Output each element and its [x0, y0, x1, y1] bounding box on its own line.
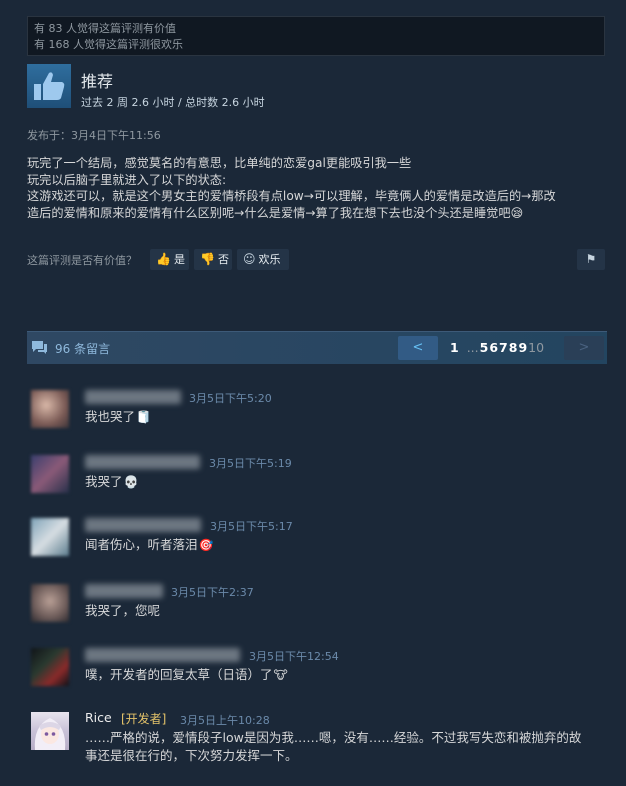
avatar[interactable] — [31, 455, 69, 493]
verdict-title: 推荐 — [81, 72, 114, 91]
prev-page-button[interactable]: < — [398, 336, 438, 360]
vote-funny-button[interactable]: ☺ 欢乐 — [237, 249, 289, 270]
comment-count: 96 条留言 — [55, 342, 111, 356]
report-flag-button[interactable]: ⚑ — [577, 249, 605, 270]
funny-count: 有 168 人觉得这篇评测很欢乐 — [34, 38, 183, 51]
pagination: 1 ...5678910 — [450, 340, 545, 355]
avatar[interactable] — [31, 712, 69, 750]
comment-time: 3月5日下午12:54 — [249, 650, 339, 663]
comment-author[interactable] — [85, 648, 240, 662]
helpful-count: 有 83 人觉得这篇评测有价值 — [34, 22, 176, 35]
flag-icon: ⚑ — [585, 252, 597, 266]
playtime: 过去 2 周 2.6 小时 / 总时数 2.6 小时 — [81, 96, 265, 109]
page-link[interactable]: 10 — [528, 340, 544, 355]
thumbs-up-icon — [27, 64, 71, 108]
vote-row: 这篇评测是否有价值？ 👍 是 👎 否 ☺ 欢乐 ⚑ — [27, 249, 605, 271]
cow-icon: 🐮 — [273, 668, 288, 682]
page-link[interactable]: 6 — [489, 340, 498, 355]
avatar[interactable] — [31, 584, 69, 622]
skull-icon: 💀 — [123, 475, 139, 489]
review-line: 这游戏还可以，就是这个男女主的爱情桥段有点low→可以理解，毕竟俩人的爱情是改造… — [27, 189, 556, 203]
vote-no-label: 否 — [217, 253, 229, 266]
comment-text: ……严格的说，爱情段子low是因为我……嗯，没有……经验。不过我写失恋和被抛弃的… — [85, 729, 581, 765]
avatar[interactable] — [31, 648, 69, 686]
comment-text: 闻者伤心，听者落泪🎯 — [85, 536, 213, 554]
posted-date: 发布于：3月4日下午11:56 — [27, 129, 161, 142]
comment-text: 我也哭了🧻 — [85, 408, 151, 426]
smiley-icon: ☺ — [243, 252, 256, 266]
comment-time: 3月5日下午5:17 — [210, 520, 293, 533]
vote-question: 这篇评测是否有价值？ — [27, 254, 137, 267]
comment-body-line: ……严格的说，爱情段子low是因为我……嗯，没有……经验。不过我写失恋和被抛弃的… — [85, 730, 582, 745]
comment-time: 3月5日下午5:19 — [209, 457, 292, 470]
vote-yes-button[interactable]: 👍 是 — [150, 249, 189, 270]
comment-author[interactable] — [85, 390, 181, 404]
comment-item: 3月5日下午2:37 我哭了，您呢 — [31, 584, 611, 636]
review-text: 玩完了一个结局，感觉莫名的有意思，比单纯的恋爱gal更能吸引我一些 玩完以后脑子… — [27, 155, 607, 221]
comment-body-line: 事还是很在行的，下次努力发挥一下。 — [85, 748, 298, 763]
comment-text: 噗，开发者的回复太草（日语）了🐮 — [85, 666, 288, 684]
target-icon: 🎯 — [198, 538, 214, 552]
comments-header: 96 条留言 < 1 ...5678910 > — [27, 331, 607, 364]
comment-item: 3月5日下午5:20 我也哭了🧻 — [31, 390, 611, 442]
vote-yes-label: 是 — [173, 253, 185, 266]
vote-no-button[interactable]: 👎 否 — [194, 249, 232, 270]
comment-author[interactable]: Rice — [85, 710, 112, 725]
thumbs-up-icon: 👍 — [156, 252, 171, 266]
comment-item-developer: Rice [开发者] 3月5日上午10:28 ……严格的说，爱情段子low是因为… — [31, 710, 611, 772]
page-ellipsis: ... — [466, 340, 479, 355]
review-line: 造后的爱情和原来的爱情有什么区别呢→什么是爱情→算了我在想下去也没个头还是睡觉吧… — [27, 205, 524, 220]
developer-badge: [开发者] — [121, 712, 167, 726]
vote-funny-label: 欢乐 — [258, 253, 281, 266]
page-link[interactable]: 9 — [518, 340, 527, 355]
comment-item: 3月5日下午12:54 噗，开发者的回复太草（日语）了🐮 — [31, 648, 611, 700]
comment-author[interactable] — [85, 455, 200, 469]
comment-text: 我哭了💀 — [85, 473, 138, 491]
comment-time: 3月5日上午10:28 — [180, 714, 270, 727]
comment-author[interactable] — [85, 518, 201, 532]
comment-body: 我哭了，您呢 — [85, 603, 161, 618]
comment-body: 我也哭了 — [85, 409, 136, 424]
next-page-button[interactable]: > — [564, 336, 604, 360]
comment-author[interactable] — [85, 584, 163, 598]
comment-item: 3月5日下午5:17 闻者伤心，听者落泪🎯 — [31, 518, 611, 570]
comment-item: 3月5日下午5:19 我哭了💀 — [31, 455, 611, 507]
avatar[interactable] — [31, 518, 69, 556]
tissue-icon: 🧻 — [136, 410, 151, 424]
avatar[interactable] — [31, 390, 69, 428]
comment-time: 3月5日下午5:20 — [189, 392, 272, 405]
helpful-summary: 有 83 人觉得这篇评测有价值 有 168 人觉得这篇评测很欢乐 — [27, 16, 605, 56]
page-link[interactable]: 7 — [499, 340, 508, 355]
review-verdict: 推荐 过去 2 周 2.6 小时 / 总时数 2.6 小时 — [27, 64, 605, 112]
page-link[interactable]: 5 — [480, 340, 489, 355]
page-link[interactable]: 8 — [509, 340, 518, 355]
comment-body: 闻者伤心，听者落泪 — [85, 537, 198, 552]
comment-text: 我哭了，您呢 — [85, 602, 160, 620]
thumbs-down-icon: 👎 — [200, 252, 215, 266]
comment-bubble-icon — [32, 341, 47, 354]
review-line: 玩完以后脑子里就进入了以下的状态: — [27, 172, 227, 187]
comment-body: 我哭了 — [85, 474, 123, 489]
anime-avatar-icon — [34, 718, 66, 750]
review-line: 玩完了一个结局，感觉莫名的有意思，比单纯的恋爱gal更能吸引我一些 — [27, 156, 412, 170]
comment-time: 3月5日下午2:37 — [171, 586, 254, 599]
comment-body: 噗，开发者的回复太草（日语）了 — [85, 667, 273, 682]
page-current[interactable]: 1 — [450, 340, 459, 355]
